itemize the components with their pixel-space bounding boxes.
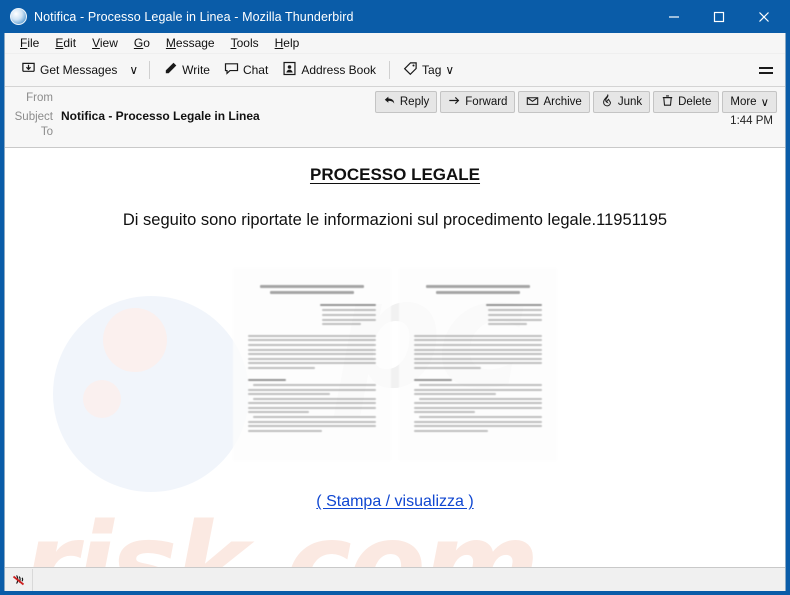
page-title: PROCESSO LEGALE — [309, 165, 481, 184]
status-bar — [5, 567, 785, 591]
doc-title-wrap: PROCESSO LEGALE — [5, 165, 785, 185]
message-date: 1:44 PM — [730, 115, 773, 127]
main-toolbar: Get Messages ∨ Write Chat Address Book T… — [5, 54, 785, 87]
from-label: From — [26, 92, 53, 104]
document-preview-1[interactable] — [233, 268, 391, 461]
address-book-button[interactable]: Address Book — [275, 58, 383, 83]
message-body-pane: pc risk.com PROCESSO LEGALE Di seguito s… — [5, 148, 785, 567]
reply-button[interactable]: Reply — [374, 91, 438, 113]
chevron-down-icon-more: ∨ — [760, 97, 769, 109]
maximize-button[interactable] — [696, 0, 741, 33]
print-view-link[interactable]: ( Stampa / visualizza ) — [316, 493, 473, 511]
header-row-to: To — [5, 125, 785, 142]
tag-button[interactable]: Tag ∨ — [396, 58, 461, 83]
attachment-previews — [5, 268, 785, 461]
menu-view-label: iew — [99, 35, 118, 50]
pencil-icon — [163, 61, 178, 79]
menu-tools[interactable]: Tools — [223, 33, 267, 54]
tag-icon — [403, 61, 418, 79]
offline-status-icon[interactable] — [7, 568, 33, 591]
menu-message[interactable]: Message — [158, 33, 223, 54]
menu-help-label: elp — [283, 35, 300, 50]
more-label: More — [730, 96, 757, 108]
forward-button[interactable]: Forward — [440, 91, 516, 113]
reply-label: Reply — [399, 96, 430, 108]
forward-label: Forward — [465, 96, 508, 108]
write-label: Write — [182, 63, 210, 77]
message-header: Reply Forward Archive Junk Delete More ∨… — [5, 87, 785, 148]
chat-button[interactable]: Chat — [217, 58, 275, 83]
chat-bubble-icon — [224, 61, 239, 79]
archive-label: Archive — [543, 96, 582, 108]
menu-edit[interactable]: Edit — [47, 33, 84, 54]
menu-view[interactable]: View — [84, 33, 126, 54]
minimize-button[interactable] — [651, 0, 696, 33]
menu-file-label: ile — [27, 35, 40, 50]
write-button[interactable]: Write — [156, 58, 217, 83]
thunderbird-window: Notifica - Processo Legale in Linea - Mo… — [0, 0, 790, 595]
doc-link-wrap: ( Stampa / visualizza ) — [5, 461, 785, 511]
forward-arrow-icon — [448, 94, 461, 110]
chevron-down-icon: ∨ — [129, 63, 139, 77]
menu-help[interactable]: Help — [267, 33, 308, 54]
tag-label: Tag — [422, 63, 442, 77]
junk-button[interactable]: Junk — [592, 91, 651, 113]
archive-button[interactable]: Archive — [518, 91, 590, 113]
menu-message-key: M — [165, 35, 176, 50]
email-content: PROCESSO LEGALE Di seguito sono riportat… — [5, 148, 785, 511]
window-controls — [651, 0, 786, 33]
menu-message-label: essage — [175, 35, 215, 50]
address-book-label: Address Book — [301, 63, 377, 77]
title-bar: Notifica - Processo Legale in Linea - Mo… — [4, 0, 786, 33]
toolbar-separator-2 — [389, 61, 391, 79]
menu-go-label: o — [143, 35, 150, 50]
close-button[interactable] — [741, 0, 786, 33]
hamburger-bar-1 — [759, 66, 773, 69]
download-icon — [21, 61, 36, 79]
menu-edit-label: dit — [63, 35, 77, 50]
document-preview-2[interactable] — [399, 268, 557, 461]
menu-tools-label: ools — [236, 35, 259, 50]
get-messages-dropdown[interactable]: ∨ — [124, 58, 143, 83]
to-label: To — [40, 126, 53, 138]
get-messages-button[interactable]: Get Messages — [14, 58, 124, 83]
subject-label: Subject — [14, 111, 53, 123]
flame-icon — [601, 93, 614, 110]
subject-value: Notifica - Processo Legale in Linea — [61, 109, 260, 123]
archive-box-icon — [526, 94, 539, 110]
more-button[interactable]: More ∨ — [722, 91, 777, 113]
chat-label: Chat — [242, 63, 269, 77]
chevron-down-icon-tag: ∨ — [445, 63, 455, 77]
delete-button[interactable]: Delete — [653, 91, 720, 113]
app-menu-button[interactable] — [751, 58, 781, 83]
window-title: Notifica - Processo Legale in Linea - Mo… — [34, 9, 354, 24]
trash-icon — [661, 94, 674, 110]
reply-arrow-icon — [383, 94, 396, 110]
menu-bar: File Edit View Go Message Tools Help — [5, 33, 785, 54]
menu-file[interactable]: File — [12, 33, 47, 54]
menu-go-key: G — [133, 35, 144, 50]
menu-help-key: H — [274, 35, 284, 50]
junk-label: Junk — [617, 96, 643, 108]
body-paragraph: Di seguito sono riportate le informazion… — [122, 211, 668, 229]
menu-go[interactable]: Go — [126, 33, 158, 54]
hamburger-bar-2 — [759, 71, 773, 74]
get-messages-label: Get Messages — [40, 63, 118, 77]
client-area: File Edit View Go Message Tools Help Get… — [4, 33, 786, 591]
message-action-bar: Reply Forward Archive Junk Delete More ∨ — [374, 91, 777, 113]
thunderbird-icon — [10, 8, 27, 25]
address-book-icon — [282, 61, 297, 79]
toolbar-separator — [149, 61, 151, 79]
delete-label: Delete — [678, 96, 712, 108]
menu-view-key: V — [92, 35, 100, 50]
